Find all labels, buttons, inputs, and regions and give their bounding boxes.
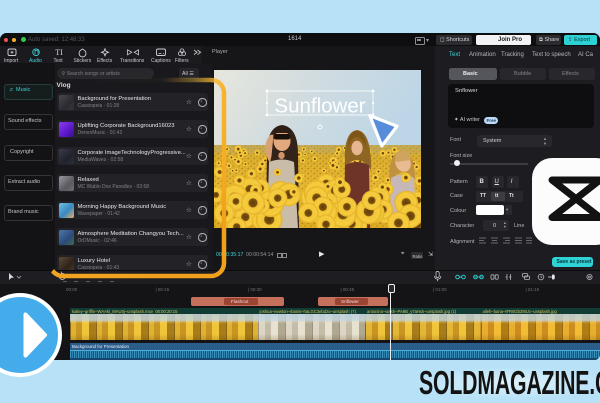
svg-text:TI: TI (55, 48, 63, 57)
svg-text:Sunflower: Sunflower (274, 95, 365, 118)
